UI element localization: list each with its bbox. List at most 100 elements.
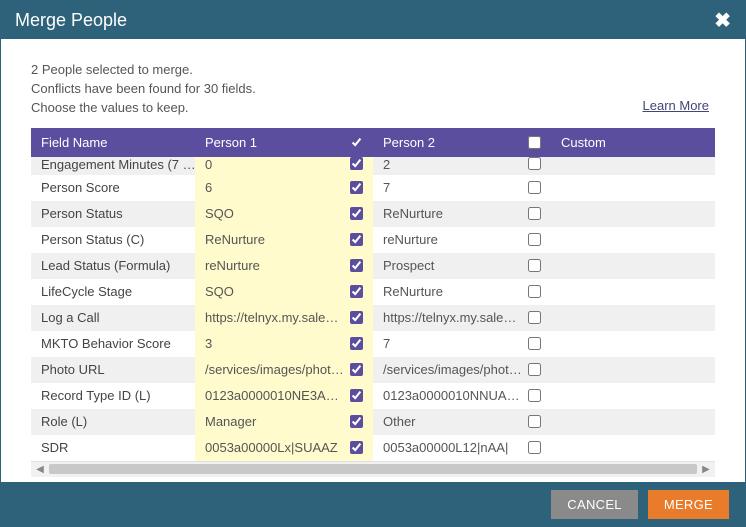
modal-title: Merge People <box>15 10 714 31</box>
cell-person1-value: 0053a00000Lx|SUAAZ <box>205 440 344 455</box>
row-person1-checkbox[interactable] <box>350 181 363 194</box>
row-person2-checkbox[interactable] <box>528 389 541 402</box>
select-all-person2-checkbox[interactable] <box>528 136 541 149</box>
row-person2-checkbox[interactable] <box>528 415 541 428</box>
cell-field-name: Person Status <box>31 201 195 227</box>
cell-person2-value: 0053a00000L12|nAA| <box>383 440 522 455</box>
row-person1-checkbox[interactable] <box>350 233 363 246</box>
cell-custom <box>551 279 693 305</box>
close-icon[interactable]: ✖ <box>714 8 731 33</box>
cell-person1: 6 <box>195 175 373 201</box>
cell-person1-value: 3 <box>205 336 344 351</box>
modal-footer: CANCEL MERGE <box>1 482 745 526</box>
cell-person1: Manager <box>195 409 373 435</box>
table-row: LifeCycle Stage SQO ReNurture <box>31 279 715 305</box>
hscroll-right-icon[interactable]: ▶ <box>699 463 713 475</box>
modal-header: Merge People ✖ <box>1 1 745 39</box>
cell-person1-value: SQO <box>205 284 344 299</box>
col-header-person2-label: Person 2 <box>383 135 435 150</box>
cancel-button[interactable]: CANCEL <box>551 490 638 519</box>
merge-button[interactable]: MERGE <box>648 490 729 519</box>
row-person2-checkbox[interactable] <box>528 233 541 246</box>
merge-people-modal: Merge People ✖ 2 People selected to merg… <box>0 0 746 527</box>
summary-line-3: Choose the values to keep. <box>31 99 715 118</box>
cell-person2-value: Other <box>383 414 522 429</box>
table-body[interactable]: Engagement Minutes (7 …02Person Score67P… <box>31 157 715 461</box>
table-row: Person Score 6 7 <box>31 175 715 201</box>
row-person1-checkbox[interactable] <box>350 259 363 272</box>
cell-person2: ReNurture <box>373 201 551 227</box>
row-person2-checkbox[interactable] <box>528 207 541 220</box>
row-person2-checkbox[interactable] <box>528 157 541 170</box>
cell-field-name: Person Status (C) <box>31 227 195 253</box>
table-body-wrapper: Engagement Minutes (7 …02Person Score67P… <box>31 157 715 461</box>
row-person1-checkbox[interactable] <box>350 415 363 428</box>
cell-person2: 7 <box>373 331 551 357</box>
cell-person2-value: 7 <box>383 180 522 195</box>
hscroll-left-icon[interactable]: ◀ <box>33 463 47 475</box>
row-person2-checkbox[interactable] <box>528 181 541 194</box>
cell-field-name: Engagement Minutes (7 … <box>31 157 195 175</box>
cell-custom <box>551 201 693 227</box>
cell-custom <box>551 253 693 279</box>
summary-line-1: 2 People selected to merge. <box>31 61 715 80</box>
col-header-person1: Person 1 <box>195 128 373 157</box>
row-person2-checkbox[interactable] <box>528 311 541 324</box>
cell-person1-value: reNurture <box>205 258 344 273</box>
cell-person1: SQO <box>195 279 373 305</box>
row-person1-checkbox[interactable] <box>350 285 363 298</box>
row-person1-checkbox[interactable] <box>350 207 363 220</box>
horizontal-scrollbar[interactable]: ◀ ▶ <box>31 461 715 477</box>
row-person2-checkbox[interactable] <box>528 337 541 350</box>
select-all-person1-checkbox[interactable] <box>350 136 363 149</box>
table-row: Log a Callhttps://telnyx.my.salesfo…http… <box>31 305 715 331</box>
hscroll-thumb[interactable] <box>49 464 697 474</box>
table-row: Role (L)Manager Other <box>31 409 715 435</box>
cell-custom <box>551 435 693 461</box>
cell-person1: /services/images/photo/… <box>195 357 373 383</box>
cell-person2-value: https://telnyx.my.salesfo… <box>383 310 522 325</box>
cell-field-name: Role (L) <box>31 409 195 435</box>
table-header-row: Field Name Person 1 Person 2 Custom <box>31 128 715 157</box>
cell-custom <box>551 409 693 435</box>
row-person1-checkbox[interactable] <box>350 311 363 324</box>
cell-person1: 0053a00000Lx|SUAAZ <box>195 435 373 461</box>
summary-line-2: Conflicts have been found for 30 fields. <box>31 80 715 99</box>
cell-person1-value: 0123a0000010NE3AAM <box>205 388 344 403</box>
cell-person1: 0 <box>195 157 373 175</box>
row-person1-checkbox[interactable] <box>350 441 363 454</box>
cell-person1-value: 0 <box>205 157 344 172</box>
row-person1-checkbox[interactable] <box>350 337 363 350</box>
cell-person2: https://telnyx.my.salesfo… <box>373 305 551 331</box>
cell-person2: reNurture <box>373 227 551 253</box>
row-person2-checkbox[interactable] <box>528 285 541 298</box>
row-person2-checkbox[interactable] <box>528 441 541 454</box>
table-row: Person Status (C)ReNurturereNurture <box>31 227 715 253</box>
cell-person2-value: ReNurture <box>383 284 522 299</box>
row-person2-checkbox[interactable] <box>528 259 541 272</box>
cell-field-name: Log a Call <box>31 305 195 331</box>
row-person1-checkbox[interactable] <box>350 363 363 376</box>
cell-custom <box>551 157 693 175</box>
row-person2-checkbox[interactable] <box>528 363 541 376</box>
row-person1-checkbox[interactable] <box>350 389 363 402</box>
cell-person1: reNurture <box>195 253 373 279</box>
row-person1-checkbox[interactable] <box>350 157 363 170</box>
cell-custom <box>551 175 693 201</box>
cell-person1: https://telnyx.my.salesfo… <box>195 305 373 331</box>
cell-person2-value: 0123a0000010NNUAA2 <box>383 388 522 403</box>
table-row: Person StatusSQOReNurture <box>31 201 715 227</box>
cell-custom <box>551 357 693 383</box>
cell-field-name: LifeCycle Stage <box>31 279 195 305</box>
cell-person2-value: /services/images/photo/… <box>383 362 522 377</box>
table-row: Record Type ID (L)0123a0000010NE3AAM0123… <box>31 383 715 409</box>
cell-person2-value: Prospect <box>383 258 522 273</box>
cell-person1: 3 <box>195 331 373 357</box>
modal-body: 2 People selected to merge. Conflicts ha… <box>1 39 745 482</box>
cell-person1-value: 6 <box>205 180 344 195</box>
learn-more-link[interactable]: Learn More <box>643 97 709 116</box>
table-row: SDR0053a00000Lx|SUAAZ0053a00000L12|nAA| <box>31 435 715 461</box>
table-row: MKTO Behavior Score37 <box>31 331 715 357</box>
cell-person2-value: ReNurture <box>383 206 522 221</box>
cell-field-name: Person Score <box>31 175 195 201</box>
